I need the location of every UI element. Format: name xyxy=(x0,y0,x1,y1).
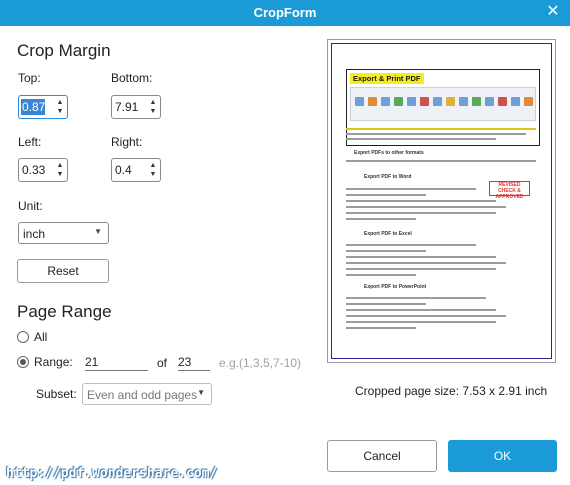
preview-section-4: Export PDF to PowerPoint xyxy=(364,284,427,290)
preview-section-2: Export PDF to Word xyxy=(364,174,412,180)
subset-label: Subset: xyxy=(36,387,77,401)
unit-select[interactable]: inch ▼ xyxy=(18,222,109,244)
right-decrement-icon[interactable]: ▼ xyxy=(148,170,158,180)
preview-header-tag: Export & Print PDF xyxy=(350,73,424,84)
preview-section-1: Export PDFs to other formats xyxy=(354,150,424,156)
close-icon[interactable]: ✕ xyxy=(544,3,562,21)
of-label: of xyxy=(157,356,168,370)
title-bar: CropForm ✕ xyxy=(0,0,570,26)
left-label: Left: xyxy=(18,135,42,149)
left-margin-spinner[interactable]: ▲ ▼ xyxy=(18,158,68,182)
range-label: Range: xyxy=(34,355,73,369)
range-hint: e.g.(1,3,5,7-10) xyxy=(219,356,302,370)
page-preview: Export & Print PDF Export PDFs to other … xyxy=(327,39,556,363)
subset-select[interactable]: Even and odd pages ▼ xyxy=(82,383,212,405)
bottom-decrement-icon[interactable]: ▼ xyxy=(148,107,158,117)
cancel-button[interactable]: Cancel xyxy=(327,440,437,472)
top-margin-spinner[interactable]: ▲ ▼ xyxy=(18,95,68,119)
right-margin-spinner[interactable]: ▲ ▼ xyxy=(111,158,161,182)
top-label: Top: xyxy=(18,71,41,85)
preview-ribbon xyxy=(350,87,536,121)
left-decrement-icon[interactable]: ▼ xyxy=(55,170,65,180)
cropped-page-size: Cropped page size: 7.53 x 2.91 inch xyxy=(355,384,548,398)
ok-button[interactable]: OK xyxy=(448,440,557,472)
unit-label: Unit: xyxy=(18,199,43,213)
reset-button[interactable]: Reset xyxy=(17,259,109,283)
chevron-down-icon: ▼ xyxy=(197,388,205,397)
range-to-input[interactable] xyxy=(178,353,210,371)
bottom-label: Bottom: xyxy=(111,71,153,85)
bottom-margin-input[interactable] xyxy=(114,99,146,115)
window-title: CropForm xyxy=(253,5,317,20)
all-pages-label: All xyxy=(34,330,48,344)
left-margin-input[interactable] xyxy=(21,162,53,178)
top-margin-input[interactable] xyxy=(21,99,45,115)
chevron-down-icon: ▼ xyxy=(94,227,102,236)
preview-section-3: Export PDF to Excel xyxy=(364,231,412,237)
revised-stamp: REVISED CHECK & APPROVED xyxy=(489,181,530,200)
subset-value: Even and odd pages xyxy=(87,388,198,402)
top-decrement-icon[interactable]: ▼ xyxy=(55,107,65,117)
right-label: Right: xyxy=(111,135,143,149)
bottom-margin-spinner[interactable]: ▲ ▼ xyxy=(111,95,161,119)
range-from-input[interactable] xyxy=(85,353,148,371)
watermark-url: http://pdf.wondershare.com/ xyxy=(6,466,218,481)
page-range-heading: Page Range xyxy=(17,302,112,321)
crop-margin-heading: Crop Margin xyxy=(17,41,111,60)
range-radio[interactable] xyxy=(17,356,29,368)
right-margin-input[interactable] xyxy=(114,162,146,178)
all-pages-radio[interactable] xyxy=(17,331,29,343)
unit-value: inch xyxy=(23,227,46,241)
